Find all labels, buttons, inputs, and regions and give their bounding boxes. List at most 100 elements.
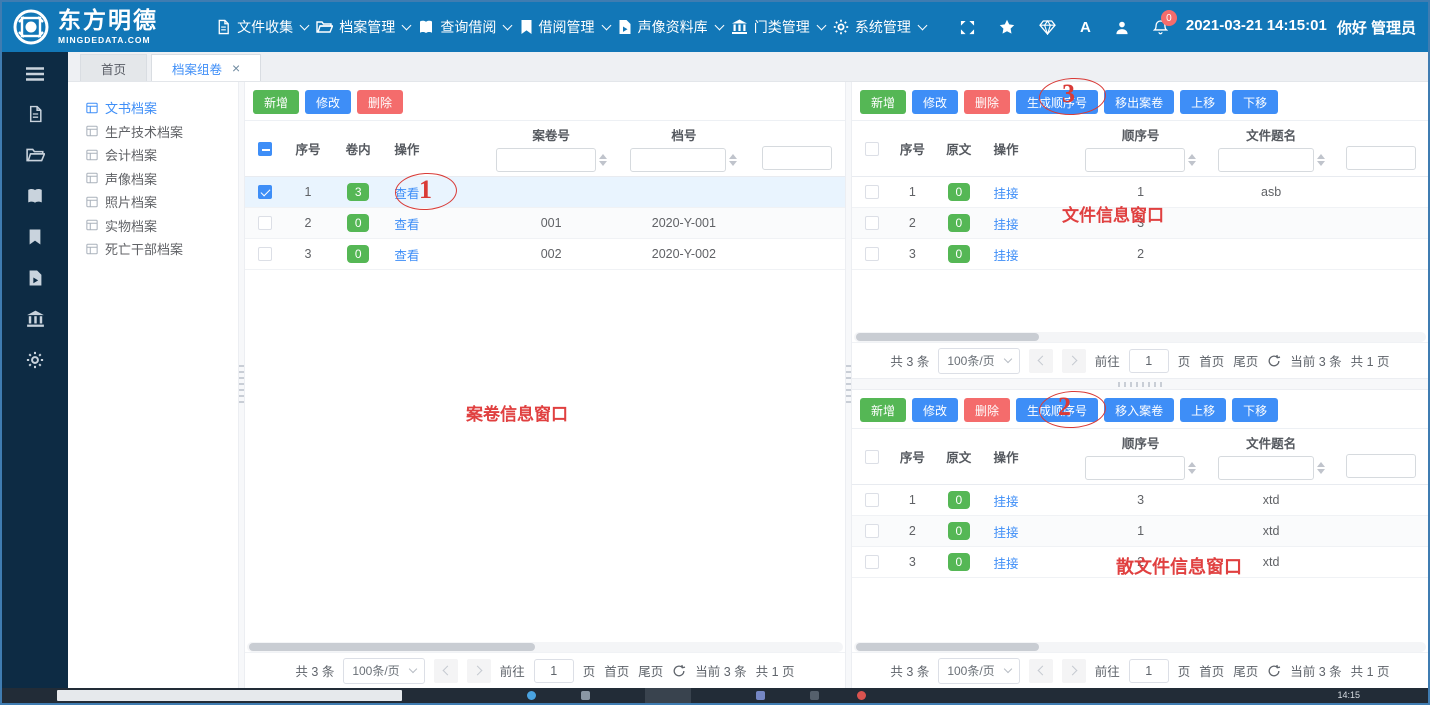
case-no-filter-input[interactable] xyxy=(496,148,596,172)
next-page-button[interactable] xyxy=(1062,349,1086,373)
expand-icon[interactable] xyxy=(960,20,975,35)
tree-item-accounting-archive[interactable]: 会计档案 xyxy=(86,143,238,167)
delete-button[interactable]: 删除 xyxy=(964,90,1010,114)
tree-item-physical-archive[interactable]: 实物档案 xyxy=(86,214,238,238)
sort-arrows-icon[interactable] xyxy=(1188,462,1196,474)
view-link[interactable]: 查看 xyxy=(394,187,419,201)
row-checkbox[interactable] xyxy=(258,185,272,199)
table-row[interactable]: 2 0 挂接 3 xyxy=(852,208,1428,239)
next-page-button[interactable] xyxy=(467,659,491,683)
extra-filter-input[interactable] xyxy=(1346,146,1416,170)
select-all-checkbox[interactable] xyxy=(258,142,272,156)
table-row[interactable]: 3 0 挂接 2 xtd xyxy=(852,547,1428,578)
prev-page-button[interactable] xyxy=(1029,349,1053,373)
extra-filter-input[interactable] xyxy=(762,146,832,170)
prev-page-button[interactable] xyxy=(1029,659,1053,683)
taskbar-app-icon[interactable] xyxy=(581,691,590,700)
file-video-icon[interactable] xyxy=(28,269,43,287)
table-row[interactable]: 3 0 挂接 2 xyxy=(852,239,1428,270)
row-checkbox[interactable] xyxy=(865,555,879,569)
file-doc-icon[interactable] xyxy=(27,105,44,123)
select-all-checkbox[interactable] xyxy=(865,450,879,464)
menu-bars-icon[interactable] xyxy=(25,66,45,82)
refresh-icon[interactable] xyxy=(1267,664,1281,678)
edit-button[interactable]: 修改 xyxy=(912,398,958,422)
add-button[interactable]: 新增 xyxy=(253,90,299,114)
page-number-input[interactable] xyxy=(1129,349,1169,373)
taskbar-app-icon[interactable] xyxy=(527,691,536,700)
order-filter-input[interactable] xyxy=(1085,148,1185,172)
attach-link[interactable]: 挂接 xyxy=(993,526,1018,540)
attach-link[interactable]: 挂接 xyxy=(993,495,1018,509)
nav-menu-borrow-manage[interactable]: 借阅管理 xyxy=(520,17,610,37)
nav-menu-file-collect[interactable]: 文件收集 xyxy=(216,17,308,37)
tree-item-photo-archive[interactable]: 照片档案 xyxy=(86,190,238,214)
last-page-link[interactable]: 尾页 xyxy=(1233,661,1258,680)
bookmark-icon[interactable] xyxy=(28,228,42,246)
nav-menu-av-library[interactable]: 声像资料库 xyxy=(618,17,723,37)
last-page-link[interactable]: 尾页 xyxy=(638,661,663,680)
delete-button[interactable]: 删除 xyxy=(964,398,1010,422)
logo[interactable]: 东方明德 MINGDEDATA.COM xyxy=(12,8,208,46)
move-up-button[interactable]: 上移 xyxy=(1180,90,1226,114)
tree-item-deceased-cadre-archive[interactable]: 死亡干部档案 xyxy=(86,237,238,261)
sort-arrows-icon[interactable] xyxy=(1188,154,1196,166)
attach-link[interactable]: 挂接 xyxy=(993,187,1018,201)
gem-icon[interactable] xyxy=(1039,20,1056,35)
taskbar-app-icon[interactable] xyxy=(857,691,866,700)
row-checkbox[interactable] xyxy=(258,216,272,230)
sort-arrows-icon[interactable] xyxy=(1317,462,1325,474)
tree-item-production-archive[interactable]: 生产技术档案 xyxy=(86,120,238,144)
attach-link[interactable]: 挂接 xyxy=(993,557,1018,571)
view-link[interactable]: 查看 xyxy=(394,249,419,263)
horizontal-scrollbar[interactable] xyxy=(854,332,1426,342)
next-page-button[interactable] xyxy=(1062,659,1086,683)
panel-splitter[interactable] xyxy=(845,82,852,688)
row-checkbox[interactable] xyxy=(865,524,879,538)
title-filter-input[interactable] xyxy=(1218,148,1314,172)
nav-menu-archive-manage[interactable]: 档案管理 xyxy=(316,17,410,37)
page-number-input[interactable] xyxy=(1129,659,1169,683)
bell-icon[interactable]: 0 xyxy=(1153,19,1168,35)
title-filter-input[interactable] xyxy=(1218,456,1314,480)
table-row[interactable]: 2 0 挂接 1 xtd xyxy=(852,516,1428,547)
bank-icon[interactable] xyxy=(26,310,45,328)
gears-icon[interactable] xyxy=(26,351,44,369)
first-page-link[interactable]: 首页 xyxy=(1199,351,1224,370)
nav-menu-category-manage[interactable]: 门类管理 xyxy=(731,17,825,37)
delete-button[interactable]: 删除 xyxy=(357,90,403,114)
table-row[interactable]: 1 3 查看 xyxy=(245,177,845,208)
sort-arrows-icon[interactable] xyxy=(599,154,607,166)
font-size-icon[interactable]: A xyxy=(1080,19,1091,36)
row-checkbox[interactable] xyxy=(865,216,879,230)
page-number-input[interactable] xyxy=(534,659,574,683)
page-size-select[interactable]: 100条/页 xyxy=(938,348,1019,374)
generate-order-button[interactable]: 生成顺序号 xyxy=(1016,90,1098,114)
tab-archive-grouping[interactable]: 档案组卷 × xyxy=(151,54,261,81)
refresh-icon[interactable] xyxy=(1267,354,1281,368)
user-icon[interactable] xyxy=(1115,20,1129,35)
row-checkbox[interactable] xyxy=(865,247,879,261)
move-out-of-case-button[interactable]: 移出案卷 xyxy=(1104,90,1174,114)
refresh-icon[interactable] xyxy=(672,664,686,678)
table-row[interactable]: 1 0 挂接 3 xtd xyxy=(852,485,1428,516)
sort-arrows-icon[interactable] xyxy=(729,154,737,166)
add-button[interactable]: 新增 xyxy=(860,90,906,114)
taskbar-app-icon[interactable] xyxy=(756,691,765,700)
tree-splitter[interactable] xyxy=(238,82,245,688)
horizontal-scrollbar[interactable] xyxy=(854,642,1426,652)
horizontal-scrollbar[interactable] xyxy=(247,642,843,652)
attach-link[interactable]: 挂接 xyxy=(993,249,1018,263)
table-row[interactable]: 1 0 挂接 1 asb xyxy=(852,177,1428,208)
extra-filter-input[interactable] xyxy=(1346,454,1416,478)
row-checkbox[interactable] xyxy=(258,247,272,261)
table-row[interactable]: 3 0 查看 002 2020-Y-002 xyxy=(245,239,845,270)
move-down-button[interactable]: 下移 xyxy=(1232,398,1278,422)
select-all-checkbox[interactable] xyxy=(865,142,879,156)
page-size-select[interactable]: 100条/页 xyxy=(938,658,1019,684)
sort-arrows-icon[interactable] xyxy=(1317,154,1325,166)
edit-button[interactable]: 修改 xyxy=(305,90,351,114)
move-into-case-button[interactable]: 移入案卷 xyxy=(1104,398,1174,422)
row-checkbox[interactable] xyxy=(865,185,879,199)
star-icon[interactable] xyxy=(999,19,1015,35)
